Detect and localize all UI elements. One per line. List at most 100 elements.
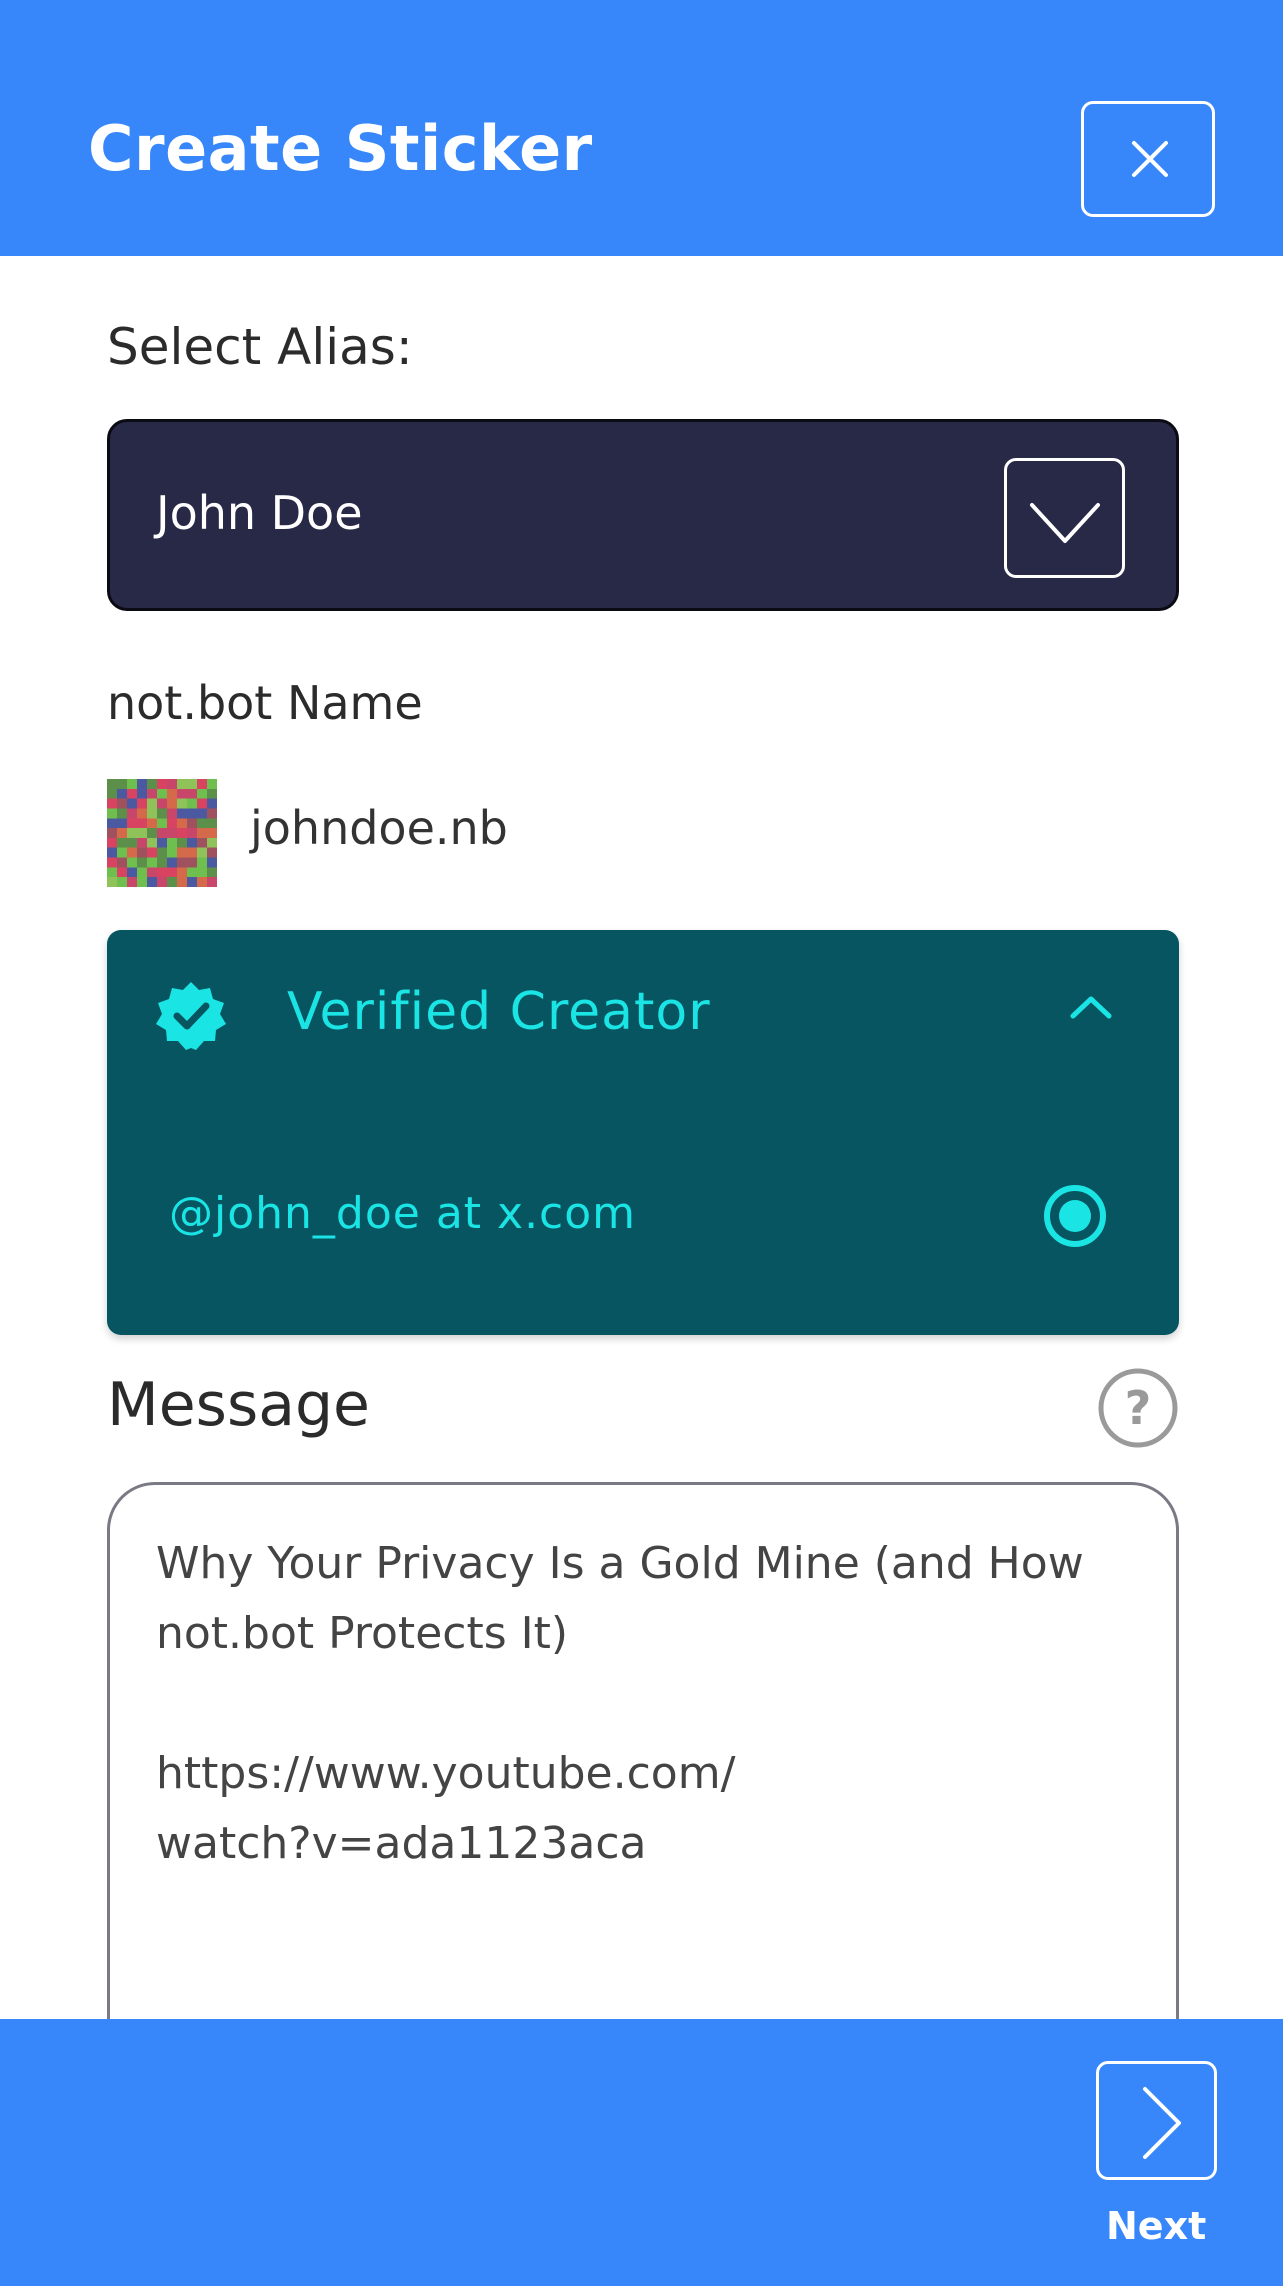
avatar-pixel: [167, 808, 177, 819]
avatar-pixel: [147, 808, 157, 819]
avatar-pixel: [127, 828, 137, 838]
avatar-pixel: [127, 798, 137, 809]
avatar-pixel: [147, 867, 157, 878]
avatar-pixel: [117, 877, 127, 887]
avatar-pixel: [197, 798, 207, 809]
alias-dropdown-button[interactable]: [1004, 458, 1125, 578]
avatar-pixel: [197, 828, 207, 838]
avatar-pixel: [167, 837, 177, 848]
message-label: Message: [107, 1370, 370, 1440]
avatar-pixel: [127, 818, 137, 829]
avatar-pixel: [137, 877, 147, 887]
avatar-pixel: [157, 779, 167, 789]
avatar-pixel: [177, 779, 187, 789]
avatar-pixel: [117, 867, 127, 878]
avatar-pixel: [187, 779, 197, 789]
avatar-pixel: [187, 828, 197, 838]
avatar-pixel: [107, 788, 117, 799]
avatar-pixel: [207, 779, 217, 789]
avatar-pixel: [157, 837, 167, 848]
avatar-pixel: [157, 818, 167, 829]
avatar-pixel: [197, 818, 207, 829]
page-title: Create Sticker: [88, 112, 593, 185]
avatar-pixel: [187, 847, 197, 858]
avatar-pixel: [197, 788, 207, 799]
notbot-name-label: not.bot Name: [107, 676, 423, 730]
avatar-pixel: [147, 837, 157, 848]
avatar-pixel: [107, 837, 117, 848]
close-button[interactable]: [1081, 101, 1215, 217]
avatar-pixel: [187, 788, 197, 799]
message-text: Why Your Privacy Is a Gold Mine (and How…: [156, 1538, 1084, 1869]
avatar-pixel: [197, 857, 207, 868]
avatar-pixel: [207, 818, 217, 829]
chevron-right-icon: [1143, 2087, 1181, 2159]
avatar-pixel: [207, 837, 217, 848]
avatar-pixel: [147, 857, 157, 868]
avatar-pixel: [147, 828, 157, 838]
verified-handle-option[interactable]: @john_doe at x.com: [169, 1192, 636, 1236]
avatar-pixel: [137, 837, 147, 848]
avatar-pixel: [177, 837, 187, 848]
avatar-pixel: [207, 808, 217, 819]
avatar-pixel: [147, 788, 157, 799]
avatar-pixel: [117, 847, 127, 858]
avatar-pixel: [167, 857, 177, 868]
avatar-pixel: [207, 788, 217, 799]
avatar-pixel: [157, 828, 167, 838]
next-label[interactable]: Next: [1106, 2207, 1206, 2245]
avatar-pixel: [197, 867, 207, 878]
avatar-pixel: [187, 867, 197, 878]
question-icon[interactable]: ?: [1096, 1366, 1180, 1450]
avatar-pixel: [157, 857, 167, 868]
avatar-pixel: [167, 818, 177, 829]
avatar-pixel: [127, 788, 137, 799]
avatar-pixel: [127, 867, 137, 878]
avatar-pixel: [127, 837, 137, 848]
avatar-pixel: [157, 867, 167, 878]
verified-creator-title: Verified Creator: [287, 982, 711, 1042]
avatar-pixel: [107, 808, 117, 819]
avatar-pixel: [117, 808, 127, 819]
avatar-pixel: [157, 877, 167, 887]
avatar-pixel: [127, 847, 137, 858]
avatar-pixel: [167, 847, 177, 858]
avatar-pixel: [187, 818, 197, 829]
avatar-pixel: [177, 857, 187, 868]
svg-text:?: ?: [1125, 1381, 1152, 1435]
avatar-pixel: [107, 877, 117, 887]
avatar-pixel: [197, 779, 207, 789]
avatar-pixel: [177, 818, 187, 829]
avatar-pixel: [197, 847, 207, 858]
radio-selected-icon[interactable]: [1042, 1183, 1108, 1249]
avatar-pixel: [197, 808, 207, 819]
avatar-pixel: [207, 828, 217, 838]
footer-bar: Next: [0, 2019, 1283, 2286]
avatar-pixel: [107, 818, 117, 829]
avatar-pixel: [177, 877, 187, 887]
avatar-pixel: [137, 818, 147, 829]
avatar-pixel: [177, 847, 187, 858]
chevron-up-icon[interactable]: [1067, 992, 1115, 1022]
avatar-pixel: [167, 867, 177, 878]
avatar-pixel: [187, 877, 197, 887]
avatar-pixel: [167, 828, 177, 838]
avatar-pixel: [207, 867, 217, 878]
alias-select[interactable]: John Doe: [107, 419, 1179, 611]
avatar-pixel: [167, 798, 177, 809]
avatar-pixel: [157, 808, 167, 819]
avatar-pixel: [177, 828, 187, 838]
avatar-pixel: [117, 857, 127, 868]
avatar-pixel: [117, 828, 127, 838]
avatar-pixel: [207, 877, 217, 887]
avatar-pixel: [167, 877, 177, 887]
avatar-pixel: [127, 877, 137, 887]
avatar-pixel: [207, 847, 217, 858]
next-button[interactable]: [1096, 2061, 1217, 2180]
avatar-pixel: [137, 867, 147, 878]
avatar-pixel: [147, 818, 157, 829]
avatar-pixel: [157, 788, 167, 799]
avatar-pixel: [147, 798, 157, 809]
avatar-pixel: [157, 798, 167, 809]
avatar-pixel: [147, 877, 157, 887]
